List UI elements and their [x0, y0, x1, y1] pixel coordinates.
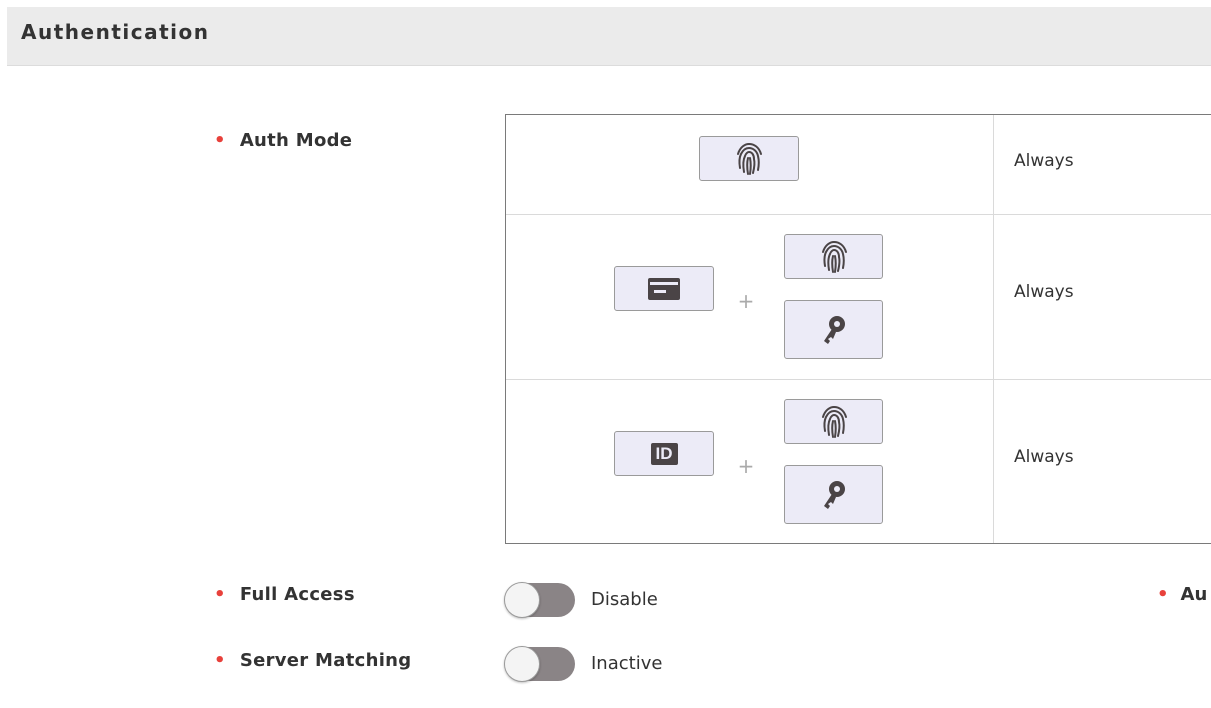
key-icon [823, 480, 845, 509]
full-access-toggle[interactable] [504, 582, 575, 618]
auth-mode-row[interactable]: Always [506, 115, 1211, 214]
auth-mode-cell: ID + [506, 380, 993, 543]
toggle-knob [504, 582, 540, 618]
auth-mode-row[interactable]: ID + Always [506, 379, 1211, 543]
server-matching-toggle[interactable] [504, 646, 575, 682]
auth-mode-cell [506, 115, 993, 214]
key-icon [823, 315, 845, 344]
fingerprint-button[interactable] [699, 136, 799, 181]
server-matching-value: Inactive [591, 653, 663, 674]
required-dot: • [214, 584, 226, 605]
server-matching-label: • Server Matching [214, 650, 412, 671]
required-dot: • [214, 650, 226, 671]
required-dot: • [1157, 584, 1169, 605]
key-button[interactable] [784, 300, 883, 359]
plus-sign: + [737, 289, 755, 313]
required-dot: • [214, 130, 226, 151]
toggle-knob [504, 646, 540, 682]
auth-mode-status: Always [1014, 151, 1074, 171]
id-icon: ID [650, 442, 678, 465]
key-button[interactable] [784, 465, 883, 524]
id-button[interactable]: ID [614, 431, 714, 476]
column-divider [993, 115, 994, 214]
section-title: Authentication [21, 20, 210, 44]
full-access-label: • Full Access [214, 584, 355, 605]
card-icon [648, 277, 680, 300]
fingerprint-icon [821, 240, 847, 273]
auth-mode-table: Always + Always ID + Always [505, 114, 1211, 544]
card-button[interactable] [614, 266, 714, 311]
plus-sign: + [737, 454, 755, 478]
column-divider [993, 380, 994, 543]
auth-mode-label: • Auth Mode [214, 130, 353, 151]
section-header: Authentication [7, 7, 1211, 66]
fingerprint-button[interactable] [784, 399, 883, 444]
auth-mode-row[interactable]: + Always [506, 214, 1211, 380]
full-access-value: Disable [591, 589, 658, 610]
fingerprint-button[interactable] [784, 234, 883, 279]
auth-mode-status: Always [1014, 447, 1074, 467]
auth-mode-cell: + [506, 215, 993, 380]
fingerprint-icon [737, 142, 762, 175]
fingerprint-icon [821, 405, 847, 438]
auth-mode-status: Always [1014, 282, 1074, 302]
auth-field-label-partial: • Au [1157, 584, 1208, 605]
column-divider [993, 215, 994, 380]
